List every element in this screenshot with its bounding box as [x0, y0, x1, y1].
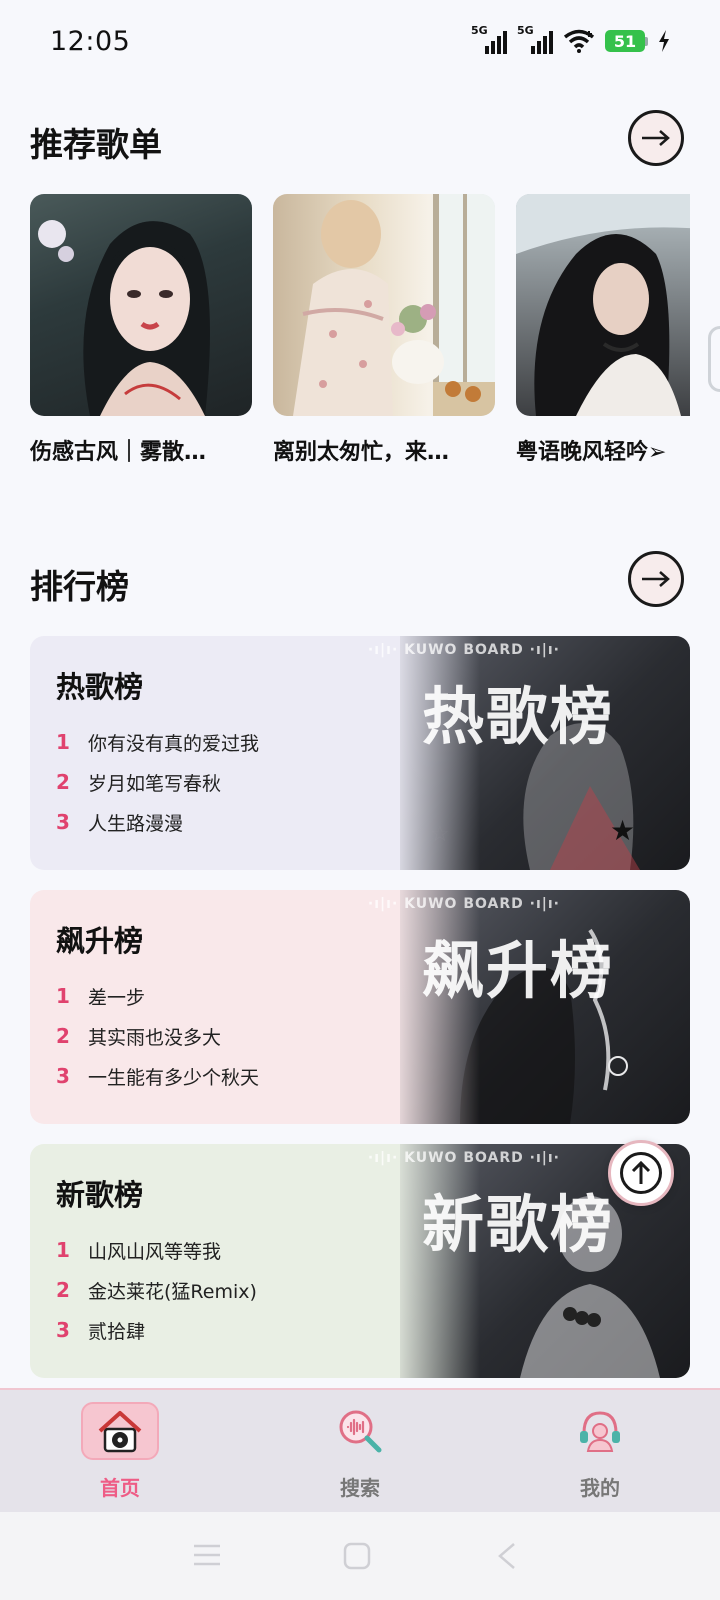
song-rank: 3 [56, 810, 70, 834]
song-rank: 3 [56, 1318, 70, 1342]
chart-song-list: 1 山风山风等等我 2 金达莱花(猛Remix) 3 贰拾肆 [56, 1230, 257, 1350]
playlist-cover [273, 194, 495, 416]
chart-song[interactable]: 3 人生路漫漫 [56, 802, 259, 842]
chart-name: 新歌榜 [56, 1178, 144, 1212]
tab-profile[interactable]: 我的 [525, 1402, 675, 1506]
song-rank: 2 [56, 770, 70, 794]
battery-level: 51 [605, 30, 645, 52]
chart-song[interactable]: 2 金达莱花(猛Remix) [56, 1270, 257, 1310]
back-icon[interactable] [496, 1542, 518, 1570]
bottom-tab-bar: 首页 搜索 我的 [0, 1388, 720, 1512]
charts-more-button[interactable] [628, 551, 684, 607]
sim1-label: 5G [471, 24, 488, 37]
chart-name: 热歌榜 [56, 670, 144, 704]
song-rank: 3 [56, 1064, 70, 1088]
song-title: 山风山风等等我 [88, 1240, 222, 1263]
playlist-card[interactable]: 伤感古风｜雾散… [30, 194, 252, 466]
chart-brand: ·ı|ı· KUWO BOARD ·ı|ı· [367, 642, 560, 658]
battery-icon: 51 [605, 30, 648, 52]
arrow-right-icon [642, 571, 670, 587]
recommend-title: 推荐歌单 [30, 125, 162, 164]
chart-song[interactable]: 1 山风山风等等我 [56, 1230, 257, 1270]
chart-song-list: 1 你有没有真的爱过我 2 岁月如笔写春秋 3 人生路漫漫 [56, 722, 259, 842]
chart-card-new[interactable]: ·ı|ı· KUWO BOARD ·ı|ı· 新歌榜 新歌榜 1 山风山风等等我 … [30, 1144, 690, 1378]
chart-brand: ·ı|ı· KUWO BOARD ·ı|ı· [367, 1150, 560, 1166]
chart-song[interactable]: 1 差一步 [56, 976, 259, 1016]
song-rank: 2 [56, 1278, 70, 1302]
chart-song[interactable]: 2 岁月如笔写春秋 [56, 762, 259, 802]
home-icon [81, 1402, 159, 1460]
song-title: 贰拾肆 [88, 1320, 146, 1343]
playlist-name: 伤感古风｜雾散… [30, 440, 207, 465]
chart-art-title: 新歌榜 [422, 1188, 615, 1261]
arrow-right-icon [642, 130, 670, 146]
song-title: 差一步 [88, 986, 146, 1009]
song-title: 你有没有真的爱过我 [88, 732, 260, 755]
chart-card-rise[interactable]: ·ı|ı· KUWO BOARD ·ı|ı· 飙升榜 飙升榜 1 差一步 2 其实雨… [30, 890, 690, 1124]
tab-label: 我的 [580, 1476, 620, 1500]
playlist-cover [516, 194, 690, 416]
song-title: 其实雨也没多大 [88, 1026, 222, 1049]
chart-name: 飙升榜 [56, 924, 144, 958]
arrow-up-icon [631, 1160, 651, 1184]
chart-card-hot[interactable]: ★ ☆ ·ı|ı· KUWO BOARD ·ı|ı· 热歌榜 热歌榜 1你有没有… [30, 636, 690, 870]
playlist-card[interactable]: 离别太匆忙，来… [273, 194, 495, 466]
tab-label: 首页 [100, 1476, 140, 1500]
playlist-cover [30, 194, 252, 416]
tab-home[interactable]: 首页 [45, 1402, 195, 1506]
playlist-name: 粤语晚风轻吟➢ [516, 440, 667, 465]
chart-song[interactable]: 3 贰拾肆 [56, 1310, 257, 1350]
song-title: 一生能有多少个秋天 [88, 1066, 260, 1089]
status-time: 12:05 [50, 26, 131, 57]
signal-icon: 5G [517, 24, 553, 54]
chart-song[interactable]: 1 你有没有真的爱过我 [56, 722, 259, 762]
song-rank: 1 [56, 1238, 70, 1262]
status-icons: 5G 5G 51 [471, 24, 670, 54]
search-icon [321, 1402, 399, 1460]
home-square-icon[interactable] [343, 1542, 371, 1570]
playlist-carousel[interactable]: 伤感古风｜雾散… 离别太匆忙，来… 粤语晚风轻吟➢ [30, 194, 690, 474]
chart-brand: ·ı|ı· KUWO BOARD ·ı|ı· [367, 896, 560, 912]
signal-icon: 5G [471, 24, 507, 54]
song-title: 金达莱花(猛Remix) [88, 1280, 257, 1303]
tab-label: 搜索 [340, 1476, 380, 1500]
system-navigation-bar [0, 1512, 720, 1600]
recommend-more-button[interactable] [628, 110, 684, 166]
status-bar: 12:05 5G 5G 51 [0, 0, 720, 86]
headset-user-icon [561, 1402, 639, 1460]
song-rank: 2 [56, 1024, 70, 1048]
chart-song-list: 1 差一步 2 其实雨也没多大 3 一生能有多少个秋天 [56, 976, 259, 1096]
charts-title: 排行榜 [30, 567, 129, 606]
chart-song[interactable]: 3 一生能有多少个秋天 [56, 1056, 259, 1096]
chart-art-title: 飙升榜 [422, 934, 615, 1007]
song-title: 人生路漫漫 [88, 812, 184, 835]
menu-icon[interactable] [192, 1542, 222, 1568]
side-pull-handle[interactable] [708, 326, 720, 392]
chart-song[interactable]: 2 其实雨也没多大 [56, 1016, 259, 1056]
playlist-name: 离别太匆忙，来… [273, 440, 450, 465]
back-to-top-button[interactable] [608, 1140, 674, 1206]
sim2-label: 5G [517, 24, 534, 37]
song-rank: 1 [56, 730, 70, 754]
charging-icon [659, 30, 669, 52]
chart-art-title: 热歌榜 [422, 680, 615, 753]
song-title: 岁月如笔写春秋 [88, 772, 222, 795]
song-rank: 1 [56, 984, 70, 1008]
wifi-icon [563, 29, 595, 53]
tab-search[interactable]: 搜索 [285, 1402, 435, 1506]
playlist-card[interactable]: 粤语晚风轻吟➢ [516, 194, 690, 466]
